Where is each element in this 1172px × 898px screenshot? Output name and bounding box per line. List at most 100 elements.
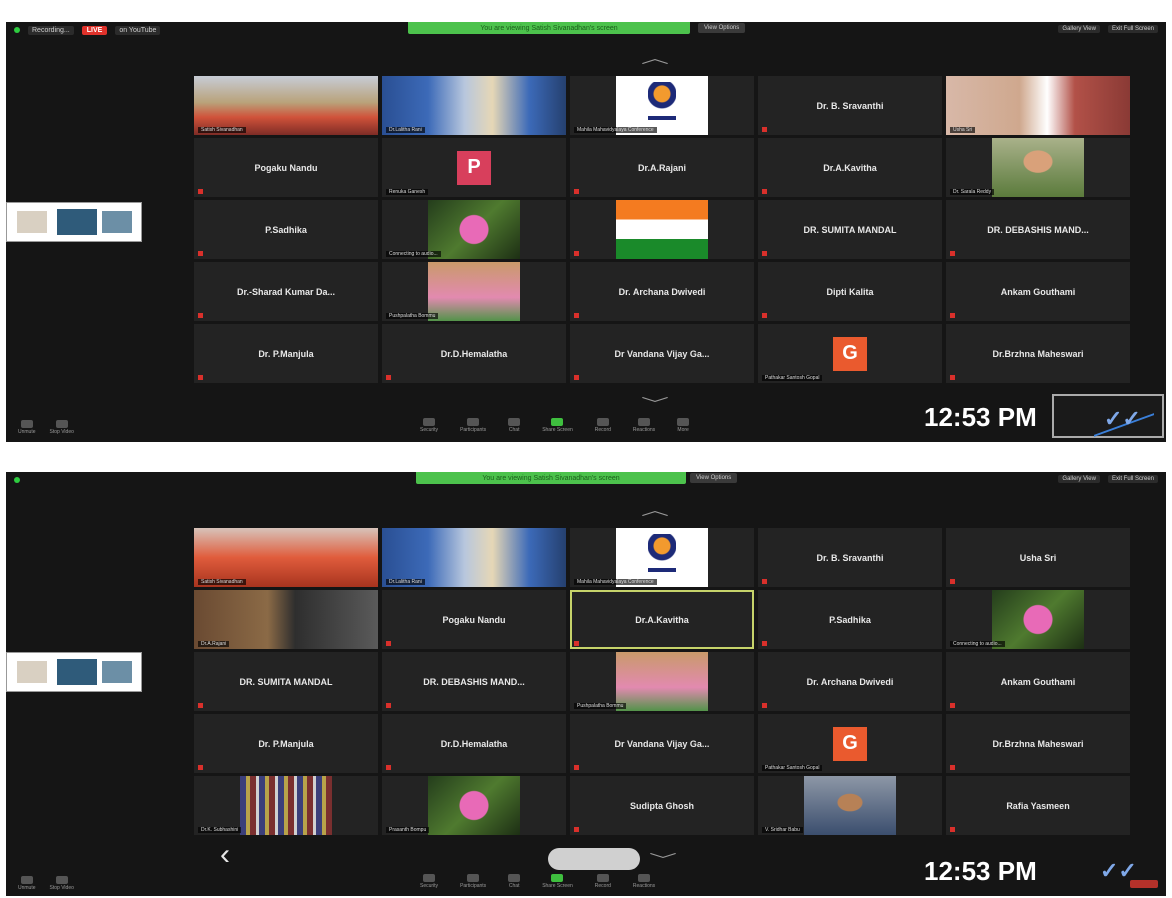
participant-tile-dr-d-hemalatha[interactable]: Dr.D.Hemalatha bbox=[382, 324, 566, 383]
participant-tile-pathakar-santosh-gopal[interactable]: G Pathakar Santosh Gopal bbox=[758, 324, 942, 383]
security-button[interactable]: Security bbox=[420, 418, 438, 440]
participant-tile-dr-vandana-vijay-ga[interactable]: Dr Vandana Vijay Ga... bbox=[570, 324, 754, 383]
record-button[interactable]: Record bbox=[595, 418, 611, 440]
participant-tile-dr-brzhna-maheswari[interactable]: Dr.Brzhna Maheswari bbox=[946, 324, 1130, 383]
participant-tile-dr-a-rajani[interactable]: Dr.A.Rajani bbox=[570, 138, 754, 197]
participant-tile-satish-sivanadhan[interactable]: Satish Sivanadhan bbox=[194, 76, 378, 135]
participant-tile-dr-lalitha-rani[interactable]: Dr.Lalitha Rani bbox=[382, 528, 566, 587]
participant-tile-p-sadhika[interactable]: P.Sadhika bbox=[758, 590, 942, 649]
share-screen-button[interactable]: Share Screen bbox=[542, 418, 573, 440]
participant-tile-dr-b-sravanthi[interactable]: Dr. B. Sravanthi bbox=[758, 76, 942, 135]
participant-tile-pushpalatha-bommu[interactable]: Pushpalatha Bommu bbox=[382, 262, 566, 321]
participant-tile-dr-sumita-mandal[interactable]: DR. SUMITA MANDAL bbox=[758, 200, 942, 259]
participant-caption: Satish Sivanadhan bbox=[198, 579, 246, 585]
unmute-button[interactable]: Unmute bbox=[18, 875, 36, 891]
share-screen-button[interactable]: Share Screen bbox=[542, 874, 573, 894]
reactions-button[interactable]: Reactions bbox=[633, 418, 655, 440]
participant-tile-dr-archana-dwivedi[interactable]: Dr. Archana Dwivedi bbox=[758, 652, 942, 711]
gallery-view-button[interactable]: Gallery View bbox=[1058, 475, 1100, 483]
exit-fullscreen-button[interactable]: Exit Full Screen bbox=[1107, 25, 1158, 33]
participant-name: Dr. Archana Dwivedi bbox=[806, 676, 894, 687]
participant-tile-sudipta-ghosh[interactable]: Sudipta Ghosh bbox=[570, 776, 754, 835]
end-meeting-chip[interactable] bbox=[1130, 880, 1158, 888]
participant-tile-satish-sivanadhan[interactable]: Satish Sivanadhan bbox=[194, 528, 378, 587]
participant-tile-dr-a-kavitha[interactable]: Dr.A.Kavitha bbox=[570, 590, 754, 649]
stop-video-button[interactable]: Stop Video bbox=[50, 419, 74, 435]
participant-tile-mahila-mahavidyalaya-conference[interactable]: Mahila Mahavidyalaya Conference bbox=[570, 528, 754, 587]
mic-muted-icon bbox=[950, 579, 955, 584]
participant-tile-dr-a-kavitha[interactable]: Dr.A.Kavitha bbox=[758, 138, 942, 197]
record-button[interactable]: Record bbox=[595, 874, 611, 894]
participant-tile-dr-k-subhashini[interactable]: Dr.K. Subhashini bbox=[194, 776, 378, 835]
participant-tile-ankam-gouthami[interactable]: Ankam Gouthami bbox=[946, 262, 1130, 321]
participant-tile-mahila-mahavidyalaya-conference[interactable]: Mahila Mahavidyalaya Conference bbox=[570, 76, 754, 135]
participant-name: Dr.A.Kavitha bbox=[823, 162, 877, 173]
participant-tile-pushpalatha-bommu[interactable]: Pushpalatha Bommu bbox=[570, 652, 754, 711]
participant-tile-dr-d-hemalatha[interactable]: Dr.D.Hemalatha bbox=[382, 714, 566, 773]
participant-tile-dr-sharad-kumar-da[interactable]: Dr.-Sharad Kumar Da... bbox=[194, 262, 378, 321]
participant-tile-p-sadhika[interactable]: P.Sadhika bbox=[194, 200, 378, 259]
participant-tile-blank[interactable] bbox=[570, 200, 754, 259]
chevron-up-icon[interactable]: ︿ bbox=[641, 500, 669, 520]
chat-button[interactable]: Chat bbox=[508, 418, 521, 440]
chat-button[interactable]: Chat bbox=[508, 874, 521, 894]
participant-tile-rafia-yasmeen[interactable]: Rafia Yasmeen bbox=[946, 776, 1130, 835]
stop-video-button[interactable]: Stop Video bbox=[50, 875, 74, 891]
chevron-down-icon[interactable]: ﹀ bbox=[649, 850, 677, 870]
participant-tile-ankam-gouthami[interactable]: Ankam Gouthami bbox=[946, 652, 1130, 711]
participants-button[interactable]: Participants bbox=[460, 874, 486, 894]
unmute-button[interactable]: Unmute bbox=[18, 419, 36, 435]
participant-tile-usha-sri[interactable]: Usha Sri bbox=[946, 76, 1130, 135]
participant-tile-dr-a-rajani[interactable]: Dr.A.Rajani bbox=[194, 590, 378, 649]
home-pill-icon[interactable] bbox=[548, 848, 640, 870]
participant-tile-dr-lalitha-rani[interactable]: Dr.Lalitha Rani bbox=[382, 76, 566, 135]
participant-tile-dipti-kalita[interactable]: Dipti Kalita bbox=[758, 262, 942, 321]
viewing-screen-banner: You are viewing Satish Sivanadhan's scre… bbox=[416, 472, 686, 484]
participant-tile-prasanth-bompu[interactable]: Prasanth Bompu bbox=[382, 776, 566, 835]
view-options-button[interactable]: View Options bbox=[698, 23, 746, 33]
recording-indicator[interactable]: Recording... bbox=[28, 25, 74, 35]
participant-tile-dr-sarala-reddy[interactable]: Dr. Sarala Reddy bbox=[946, 138, 1130, 197]
participant-tile-usha-sri[interactable]: Usha Sri bbox=[946, 528, 1130, 587]
shared-screen-thumbnail[interactable] bbox=[6, 652, 142, 692]
participant-tile-v-sridhar-babu[interactable]: V. Sridhar Babu bbox=[758, 776, 942, 835]
live-badge[interactable]: LIVE bbox=[81, 25, 108, 35]
view-options-button[interactable]: View Options bbox=[690, 473, 738, 483]
participant-tile-dr-sumita-mandal[interactable]: DR. SUMITA MANDAL bbox=[194, 652, 378, 711]
participant-caption: Mahila Mahavidyalaya Conference bbox=[574, 127, 657, 133]
participant-tile-dr-debashis-mand[interactable]: DR. DEBASHIS MAND... bbox=[946, 200, 1130, 259]
chevron-up-icon[interactable]: ︿ bbox=[641, 48, 669, 68]
participant-tile-renuka-ganesh[interactable]: P Renuka Ganesh bbox=[382, 138, 566, 197]
participant-name: Pogaku Nandu bbox=[254, 162, 318, 173]
participants-button[interactable]: Participants bbox=[460, 418, 486, 440]
participant-name: Rafia Yasmeen bbox=[1006, 800, 1070, 811]
shared-screen-thumbnail[interactable] bbox=[6, 202, 142, 242]
gallery-view-button[interactable]: Gallery View bbox=[1058, 25, 1100, 33]
more-icon bbox=[677, 418, 690, 426]
participant-tile-pogaku-nandu[interactable]: Pogaku Nandu bbox=[382, 590, 566, 649]
connection-dot-icon bbox=[14, 477, 20, 483]
mic-muted-icon bbox=[386, 703, 391, 708]
exit-fullscreen-button[interactable]: Exit Full Screen bbox=[1107, 475, 1158, 483]
participant-tile-dr-brzhna-maheswari[interactable]: Dr.Brzhna Maheswari bbox=[946, 714, 1130, 773]
participant-name: Sudipta Ghosh bbox=[630, 800, 694, 811]
reactions-button[interactable]: Reactions bbox=[633, 874, 655, 894]
chevron-down-icon[interactable]: ﹀ bbox=[641, 394, 669, 414]
participant-tile-connecting-to-audio[interactable]: Connecting to audio... bbox=[946, 590, 1130, 649]
participant-tile-dr-vandana-vijay-ga[interactable]: Dr Vandana Vijay Ga... bbox=[570, 714, 754, 773]
participant-tile-pogaku-nandu[interactable]: Pogaku Nandu bbox=[194, 138, 378, 197]
participant-caption: Pathakar Santosh Gopal bbox=[762, 765, 823, 771]
back-arrow-icon[interactable]: ‹ bbox=[220, 838, 230, 872]
participant-tile-connecting-to-audio[interactable]: Connecting to audio... bbox=[382, 200, 566, 259]
participant-tile-dr-p-manjula[interactable]: Dr. P.Manjula bbox=[194, 714, 378, 773]
video-feed bbox=[428, 262, 520, 321]
participant-tile-dr-p-manjula[interactable]: Dr. P.Manjula bbox=[194, 324, 378, 383]
participant-tile-dr-debashis-mand[interactable]: DR. DEBASHIS MAND... bbox=[382, 652, 566, 711]
security-button[interactable]: Security bbox=[420, 874, 438, 894]
live-platform-label[interactable]: on YouTube bbox=[115, 25, 161, 35]
participant-tile-pathakar-santosh-gopal[interactable]: G Pathakar Santosh Gopal bbox=[758, 714, 942, 773]
participant-tile-dr-b-sravanthi[interactable]: Dr. B. Sravanthi bbox=[758, 528, 942, 587]
clock-time: 12:53 PM bbox=[924, 856, 1037, 886]
participant-tile-dr-archana-dwivedi[interactable]: Dr. Archana Dwivedi bbox=[570, 262, 754, 321]
more-button[interactable]: More bbox=[677, 418, 690, 440]
